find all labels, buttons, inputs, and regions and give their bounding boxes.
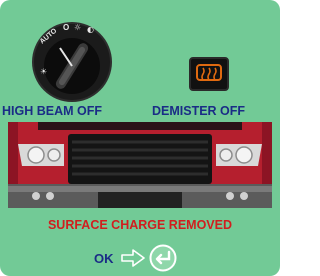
headlight-switch-icon[interactable]: AUTO O ☼ ◐ ☀	[26, 14, 118, 106]
high-beam-status: HIGH BEAM OFF	[2, 104, 102, 118]
truck-controls-panel: AUTO O ☼ ◐ ☀ HIGH BEAM OFF DEMISTER OFF	[0, 0, 280, 276]
knob-label-off: O	[63, 23, 69, 32]
surface-charge-status: SURFACE CHARGE REMOVED	[47, 218, 233, 232]
rear-window-demister-icon	[189, 57, 229, 91]
ok-row: OK	[94, 244, 214, 272]
knob-label-fog: ☀	[40, 67, 47, 76]
knob-label-lowbeam: ◐	[87, 25, 94, 34]
demister-status: DEMISTER OFF	[152, 104, 246, 118]
truck-front-image	[8, 122, 272, 208]
enter-return-icon[interactable]	[149, 244, 177, 272]
ok-label: OK	[94, 251, 114, 266]
knob-label-parking: ☼	[74, 23, 81, 32]
right-arrow-icon	[121, 249, 145, 267]
